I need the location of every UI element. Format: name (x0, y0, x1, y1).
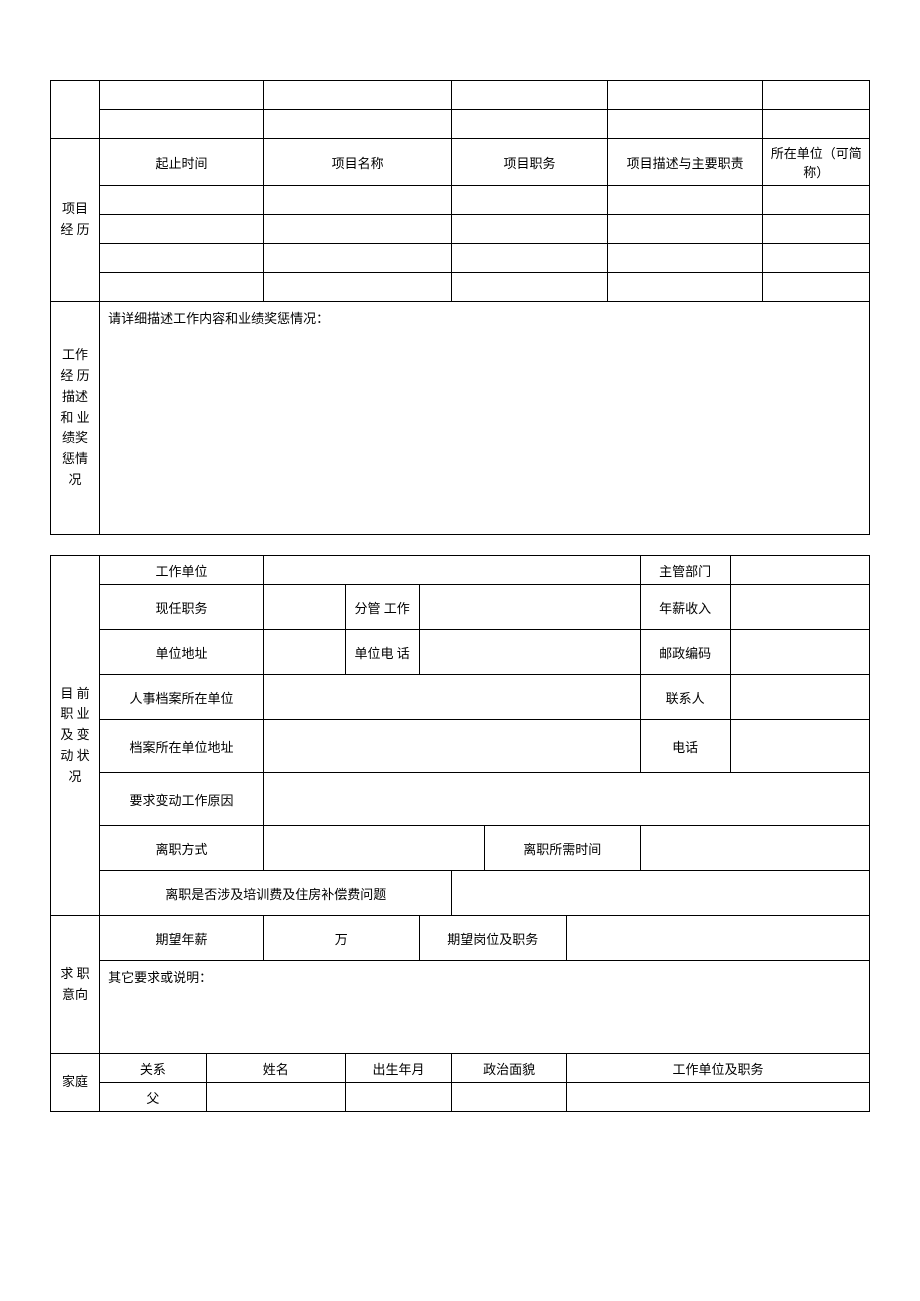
label-changereason: 要求变动工作原因 (100, 773, 264, 826)
label-expectsalary: 期望年薪 (100, 916, 264, 961)
input-postcode[interactable] (730, 630, 869, 675)
input-contact[interactable] (730, 675, 869, 720)
form-table-bottom: 目 前 职 业 及 变 动 状 况 工作单位 主管部门 现任职务 分管 工作 年… (50, 555, 870, 1112)
workdesc-section-label: 工作经 历描述 和 业绩奖 惩情况 (51, 302, 100, 535)
label-leavetime: 离职所需时间 (485, 826, 641, 871)
label-phone: 单位电 话 (345, 630, 419, 675)
input-depthead[interactable] (730, 556, 869, 585)
input-phone[interactable] (419, 630, 640, 675)
label-salary: 年薪收入 (640, 585, 730, 630)
intention-section-label: 求 职 意向 (51, 916, 100, 1054)
label-leavemethod: 离职方式 (100, 826, 264, 871)
intention-row-expect: 求 职 意向 期望年薪 万 期望岗位及职务 (51, 916, 870, 961)
current-row-hrfile: 人事档案所在单位 联系人 (51, 675, 870, 720)
current-section-label: 目 前 职 业 及 变 动 状 况 (51, 556, 100, 916)
input-father-name[interactable] (206, 1083, 345, 1112)
blank-row (51, 81, 870, 110)
current-row-changereason: 要求变动工作原因 (51, 773, 870, 826)
label-leavefee: 离职是否涉及培训费及住房补偿费问题 (100, 871, 452, 916)
project-section-label: 项目 经 历 (51, 139, 100, 302)
current-row-fileaddr: 档案所在单位地址 电话 (51, 720, 870, 773)
family-header-name: 姓名 (206, 1054, 345, 1083)
value-wan[interactable]: 万 (263, 916, 419, 961)
family-relation-father: 父 (100, 1083, 206, 1112)
label-expectposition: 期望岗位及职务 (419, 916, 566, 961)
family-row-father: 父 (51, 1083, 870, 1112)
form-table-top: 项目 经 历 起止时间 项目名称 项目职务 项目描述与主要职责 所在单位（可简称… (50, 80, 870, 535)
label-postcode: 邮政编码 (640, 630, 730, 675)
project-header-unit: 所在单位（可简称） (763, 139, 870, 186)
current-row-position: 现任职务 分管 工作 年薪收入 (51, 585, 870, 630)
current-row-leavefee: 离职是否涉及培训费及住房补偿费问题 (51, 871, 870, 916)
input-expectposition[interactable] (566, 916, 869, 961)
input-father-politics[interactable] (452, 1083, 567, 1112)
family-header-workposition: 工作单位及职务 (566, 1054, 869, 1083)
family-header-politics: 政治面貌 (452, 1054, 567, 1083)
intention-other[interactable]: 其它要求或说明： (100, 961, 870, 1054)
project-row (51, 244, 870, 273)
input-leavetime[interactable] (640, 826, 869, 871)
project-header-time: 起止时间 (100, 139, 264, 186)
input-workunit[interactable] (263, 556, 640, 585)
project-row (51, 273, 870, 302)
current-row-workunit: 目 前 职 业 及 变 动 状 况 工作单位 主管部门 (51, 556, 870, 585)
workdesc-content[interactable]: 请详细描述工作内容和业绩奖惩情况： (100, 302, 870, 535)
label-workunit: 工作单位 (100, 556, 264, 585)
project-row (51, 215, 870, 244)
input-fileaddress[interactable] (263, 720, 640, 773)
label-tel: 电话 (640, 720, 730, 773)
input-incharge[interactable] (419, 585, 640, 630)
project-header-desc: 项目描述与主要职责 (607, 139, 763, 186)
family-header-row: 家庭 关系 姓名 出生年月 政治面貌 工作单位及职务 (51, 1054, 870, 1083)
project-row (51, 186, 870, 215)
input-tel[interactable] (730, 720, 869, 773)
label-incharge: 分管 工作 (345, 585, 419, 630)
intention-row-other: 其它要求或说明： (51, 961, 870, 1054)
project-header-name: 项目名称 (263, 139, 451, 186)
input-father-birth[interactable] (345, 1083, 451, 1112)
label-fileaddress: 档案所在单位地址 (100, 720, 264, 773)
label-address: 单位地址 (100, 630, 264, 675)
label-contact: 联系人 (640, 675, 730, 720)
input-salary[interactable] (730, 585, 869, 630)
input-father-workposition[interactable] (566, 1083, 869, 1112)
workdesc-row: 工作经 历描述 和 业绩奖 惩情况 请详细描述工作内容和业绩奖惩情况： (51, 302, 870, 535)
label-depthead: 主管部门 (640, 556, 730, 585)
input-changereason[interactable] (263, 773, 869, 826)
input-leavefee[interactable] (452, 871, 870, 916)
input-address[interactable] (263, 630, 345, 675)
input-position[interactable] (263, 585, 345, 630)
current-row-address: 单位地址 单位电 话 邮政编码 (51, 630, 870, 675)
input-leavemethod[interactable] (263, 826, 484, 871)
project-header-role: 项目职务 (452, 139, 608, 186)
project-header-row: 项目 经 历 起止时间 项目名称 项目职务 项目描述与主要职责 所在单位（可简称… (51, 139, 870, 186)
family-header-birth: 出生年月 (345, 1054, 451, 1083)
current-row-leave: 离职方式 离职所需时间 (51, 826, 870, 871)
family-header-relation: 关系 (100, 1054, 206, 1083)
family-section-label: 家庭 (51, 1054, 100, 1112)
input-hrfileunit[interactable] (263, 675, 640, 720)
label-position: 现任职务 (100, 585, 264, 630)
blank-row (51, 110, 870, 139)
label-hrfileunit: 人事档案所在单位 (100, 675, 264, 720)
